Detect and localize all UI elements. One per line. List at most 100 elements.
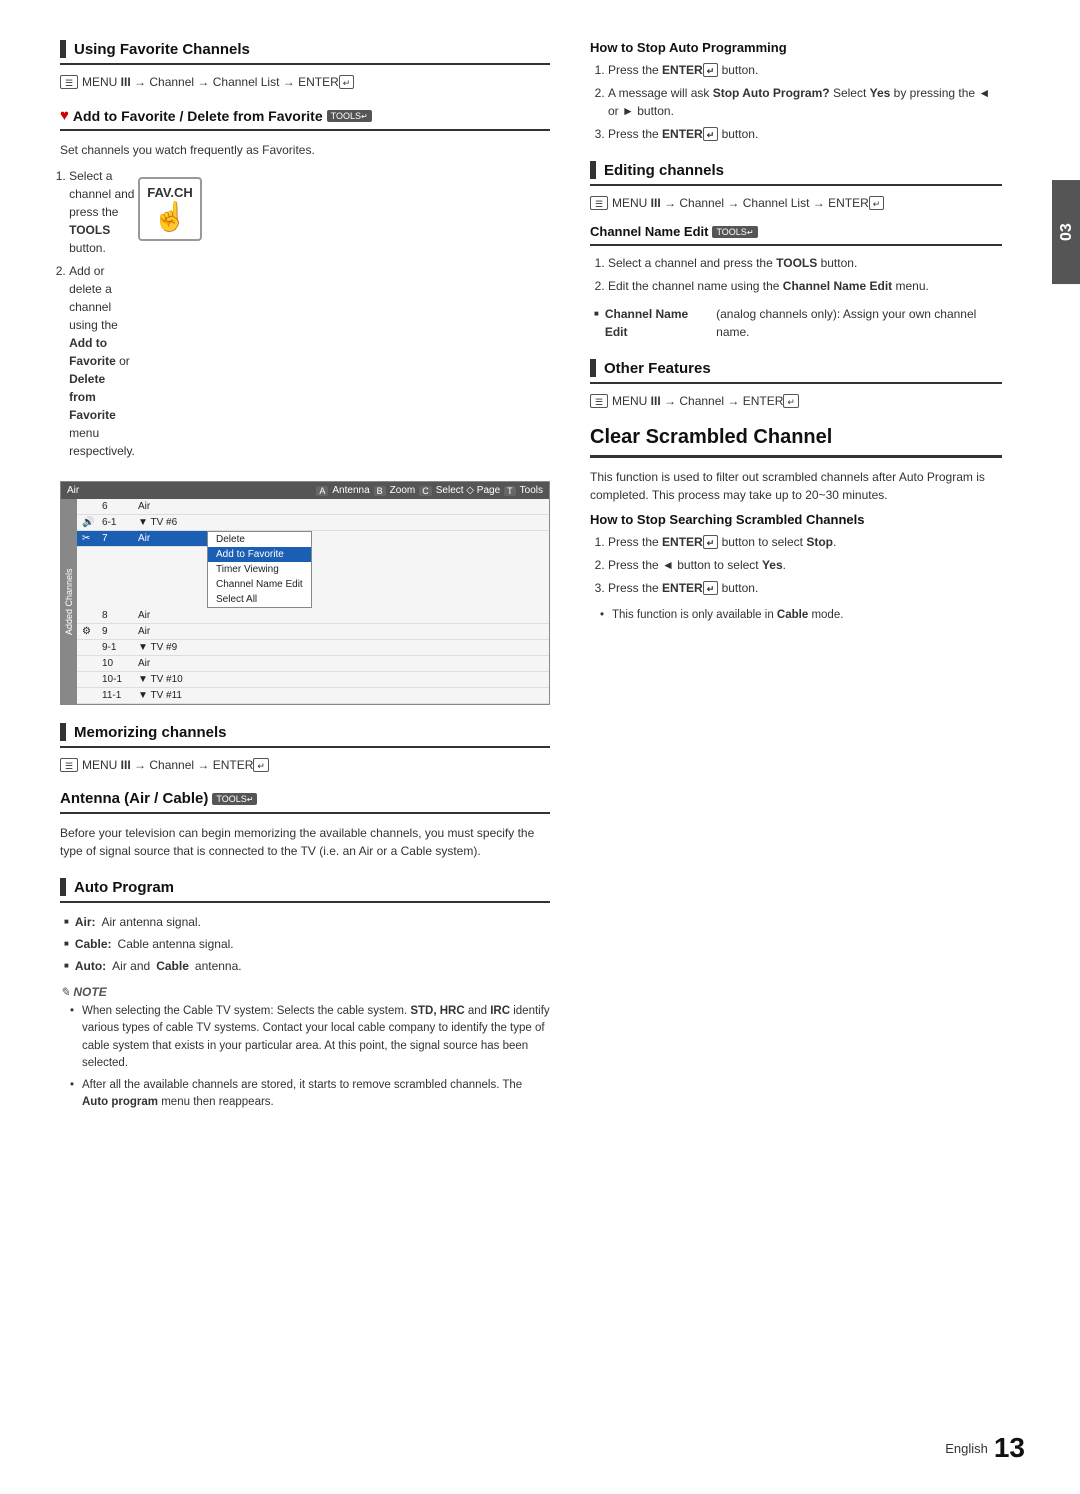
ch-name: ▼ TV #6	[138, 517, 544, 528]
step-2-stop-auto: A message will ask Stop Auto Program? Se…	[608, 84, 1002, 120]
ch-icon: ✂	[82, 533, 96, 544]
add-favorite-step-2: Add or delete a channel using the Add to…	[69, 262, 135, 460]
context-menu-name-edit[interactable]: Channel Name Edit	[208, 577, 311, 592]
heart-icon: ♥	[60, 107, 69, 124]
ch-num: 10	[102, 658, 132, 669]
how-to-stop-scrambled-section: How to Stop Searching Scrambled Channels…	[590, 512, 1002, 624]
fav-ch-box: FAV.CH ☝	[138, 177, 202, 241]
clear-scrambled-title: Clear Scrambled Channel	[590, 426, 1002, 458]
section-bar-auto	[60, 878, 66, 896]
using-favorite-title: Using Favorite Channels	[74, 41, 250, 58]
channel-row: 6 Air	[77, 499, 549, 515]
other-features-title: Other Features	[604, 360, 711, 377]
using-favorite-heading: Using Favorite Channels	[60, 40, 550, 65]
context-menu: Delete Add to Favorite Timer Viewing Cha…	[207, 531, 312, 608]
name-edit-step-2: Edit the channel name using the Channel …	[608, 277, 1002, 295]
step-3-press-enter: Press the ENTER↵ button.	[608, 125, 1002, 143]
antenna-title: Antenna (Air / Cable)	[60, 790, 208, 807]
channel-row: 🔊 6-1 ▼ TV #6	[77, 515, 549, 531]
using-favorite-path-text: MENU III → Channel → Channel List → ENTE…	[82, 75, 354, 89]
scrambled-step-3: Press the ENTER↵ button.	[608, 579, 1002, 597]
tools-badge-favorite: TOOLS↵	[327, 110, 372, 122]
channel-list-container: Select a channel and press the TOOLS but…	[60, 167, 550, 465]
scrambled-note-item: This function is only available in Cable…	[600, 607, 1002, 624]
note-list: When selecting the Cable TV system: Sele…	[60, 1003, 550, 1112]
ch-icon: ⚙	[82, 626, 96, 637]
key-b: B	[374, 486, 386, 496]
add-to-favorite-intro: Set channels you watch frequently as Fav…	[60, 141, 550, 159]
note-item-2: After all the available channels are sto…	[70, 1077, 550, 1112]
clear-scrambled-section: Clear Scrambled Channel This function is…	[590, 426, 1002, 624]
add-favorite-steps: Select a channel and press the TOOLS but…	[55, 167, 135, 465]
context-menu-add-favorite[interactable]: Add to Favorite	[208, 547, 311, 562]
section-bar-other	[590, 359, 596, 377]
tools-badge-antenna: TOOLS↵	[212, 793, 257, 805]
key-a: A	[316, 486, 328, 496]
enter-icon-1: ↵	[703, 63, 719, 77]
page-number: 13	[994, 1432, 1025, 1464]
ch-num: 6-1	[102, 517, 132, 528]
section-bar	[60, 40, 66, 58]
enter-icon-mem: ↵	[253, 758, 269, 772]
editing-channels-heading: Editing channels	[590, 161, 1002, 186]
auto-program-heading: Auto Program	[60, 878, 550, 903]
auto-program-bullets: Air: Air antenna signal. Cable: Cable an…	[60, 913, 550, 975]
section-bar-edit	[590, 161, 596, 179]
ch-num: 9	[102, 626, 132, 637]
context-menu-timer[interactable]: Timer Viewing	[208, 562, 311, 577]
ch-num: 10-1	[102, 674, 132, 685]
channel-row-selected: ✂ 7 Air	[77, 531, 207, 547]
ch-icon: 🔊	[82, 517, 96, 528]
table-header-actions: A Antenna B Zoom C Select ◇ Page T Tools	[316, 485, 543, 496]
ch-name: ▼ TV #11	[138, 690, 544, 701]
add-to-favorite-section: ♥ Add to Favorite / Delete from Favorite…	[60, 107, 550, 705]
how-to-stop-scrambled-title: How to Stop Searching Scrambled Channels	[590, 512, 865, 527]
channel-sidebar-label: Added Channels	[61, 499, 77, 704]
other-features-menu-path: ☰ MENU III → Channel → ENTER↵	[590, 394, 1002, 408]
ch-num: 6	[102, 501, 132, 512]
bullet-auto: Auto: Air and Cable antenna.	[64, 957, 550, 975]
channel-name-edit-section: Channel Name Edit TOOLS↵ Select a channe…	[590, 224, 1002, 341]
scrambled-step-1: Press the ENTER↵ button to select Stop.	[608, 533, 1002, 551]
ch-num: 11-1	[102, 690, 132, 701]
bullet-air: Air: Air antenna signal.	[64, 913, 550, 931]
name-edit-step-1: Select a channel and press the TOOLS but…	[608, 254, 1002, 272]
antenna-heading-row: Antenna (Air / Cable) TOOLS↵	[60, 790, 550, 814]
auto-program-title: Auto Program	[74, 879, 174, 896]
ch-name: Air	[138, 533, 202, 544]
menu-icon-mem: ☰	[60, 758, 78, 772]
ch-name: ▼ TV #10	[138, 674, 544, 685]
channel-row-with-menu: ✂ 7 Air Delete Add to Favorite Timer Vie…	[77, 531, 549, 608]
enter-icon-other: ↵	[783, 394, 799, 408]
ch-name: ▼ TV #9	[138, 642, 544, 653]
enter-icon-s1: ↵	[703, 535, 719, 549]
ch-name: Air	[138, 610, 544, 621]
name-edit-note: Channel Name Edit (analog channels only)…	[594, 305, 1002, 341]
channel-row: 9-1 ▼ TV #9	[77, 640, 549, 656]
ch-num: 8	[102, 610, 132, 621]
channel-name-edit-heading-row: Channel Name Edit TOOLS↵	[590, 224, 1002, 246]
menu-icon-other: ☰	[590, 394, 608, 408]
channel-name-edit-steps: Select a channel and press the TOOLS but…	[590, 254, 1002, 295]
fav-ch-hand-icon: ☝	[153, 200, 188, 233]
channel-row: 10 Air	[77, 656, 549, 672]
using-favorite-channels-section: Using Favorite Channels ☰ MENU III → Cha…	[60, 40, 550, 89]
clear-scrambled-body: This function is used to filter out scra…	[590, 468, 1002, 504]
ch-num: 7	[102, 533, 132, 544]
other-features-path-text: MENU III → Channel → ENTER↵	[612, 394, 799, 408]
how-to-stop-title: How to Stop Auto Programming	[590, 40, 787, 55]
scrambled-steps: Press the ENTER↵ button to select Stop. …	[590, 533, 1002, 597]
menu-icon: ☰	[60, 75, 78, 89]
memorizing-title: Memorizing channels	[74, 724, 227, 741]
channel-table: Air A Antenna B Zoom C Select ◇ Page T T…	[60, 481, 550, 705]
table-header-air: Air	[67, 485, 79, 496]
other-features-heading: Other Features	[590, 359, 1002, 384]
note-item-1: When selecting the Cable TV system: Sele…	[70, 1003, 550, 1072]
enter-icon-s3: ↵	[703, 581, 719, 595]
enter-icon: ↵	[339, 75, 355, 89]
context-menu-delete[interactable]: Delete	[208, 532, 311, 547]
context-menu-select-all[interactable]: Select All	[208, 592, 311, 607]
side-tab: 03 Basic Features	[1052, 180, 1080, 284]
bullet-cable: Cable: Cable antenna signal.	[64, 935, 550, 953]
channel-table-body: Added Channels 6 Air 🔊 6-1	[61, 499, 549, 704]
